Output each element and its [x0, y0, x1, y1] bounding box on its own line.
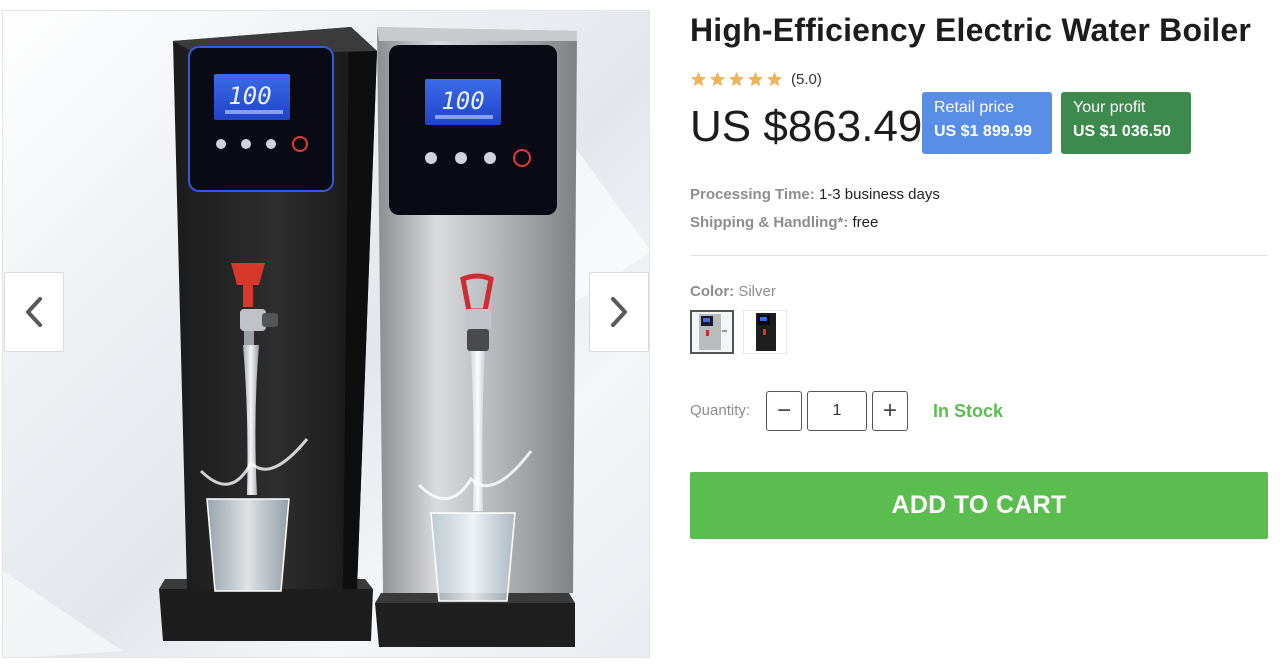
profit-value: US $1 036.50 [1073, 123, 1171, 140]
rating-value: (5.0) [791, 71, 822, 88]
quantity-increase-button[interactable]: + [872, 391, 908, 431]
svg-text:100: 100 [228, 82, 271, 110]
retail-price-label: Retail price [934, 99, 1015, 116]
shipping-handling: Shipping & Handling*: free [690, 214, 878, 231]
shipping-label: Shipping & Handling*: [690, 214, 849, 231]
product-title: High-Efficiency Electric Water Boiler [690, 12, 1252, 48]
chevron-left-icon [26, 297, 42, 327]
silver-boiler-thumbnail [692, 312, 732, 352]
divider [690, 255, 1268, 256]
star-icon [728, 71, 745, 87]
quantity-decrease-button[interactable]: − [766, 391, 802, 431]
black-boiler-swatch[interactable] [743, 310, 787, 354]
product-rating: (5.0) [690, 71, 822, 88]
product-photo: 100 100 [3, 27, 649, 657]
processing-time: Processing Time: 1-3 business days [690, 186, 940, 203]
star-icon [766, 71, 783, 87]
quantity-input[interactable] [807, 391, 867, 431]
quantity-label: Quantity: [690, 402, 751, 419]
silver-boiler-swatch[interactable] [690, 310, 734, 354]
color-selector-label: Color: Silver [690, 283, 776, 300]
color-selected-value: Silver [738, 283, 776, 300]
gallery-next-button[interactable] [589, 272, 649, 352]
black-boiler: 100 [159, 27, 377, 641]
profit-box: Your profit US $1 036.50 [1061, 92, 1191, 154]
retail-price-box: Retail price US $1 899.99 [922, 92, 1052, 154]
svg-text:100: 100 [441, 87, 484, 115]
product-image-gallery: 100 100 [2, 10, 650, 658]
stock-status: In Stock [933, 401, 1004, 421]
star-icon [747, 71, 764, 87]
black-boiler-thumbnail [744, 311, 786, 353]
shipping-value: free [852, 214, 879, 231]
processing-time-value: 1-3 business days [818, 186, 940, 203]
color-label: Color: [690, 283, 735, 300]
processing-time-label: Processing Time: [690, 186, 815, 203]
chevron-right-icon [611, 297, 627, 327]
silver-boiler: 100 [375, 27, 577, 647]
star-icon [690, 71, 707, 87]
gallery-prev-button[interactable] [4, 272, 64, 352]
star-icon [709, 71, 726, 87]
profit-label: Your profit [1073, 99, 1146, 116]
retail-price-value: US $1 899.99 [934, 123, 1032, 140]
add-to-cart-button[interactable]: ADD TO CART [690, 472, 1268, 539]
rating-stars [690, 71, 783, 88]
product-price: US $863.49 [690, 102, 923, 151]
